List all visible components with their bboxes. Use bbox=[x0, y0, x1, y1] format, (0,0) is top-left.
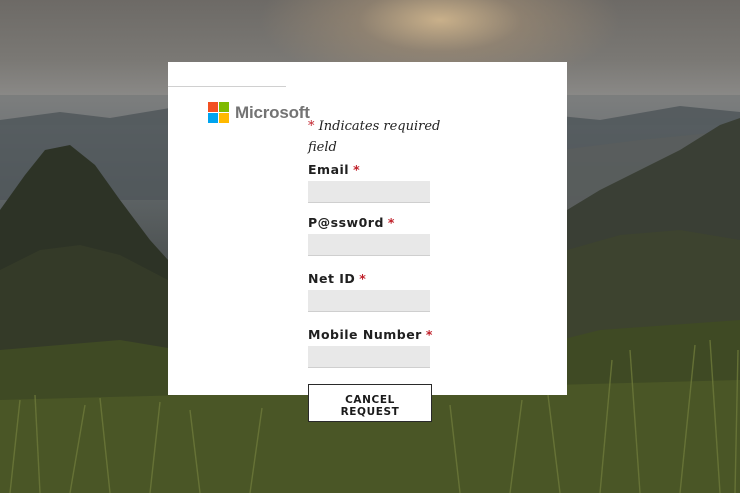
password-field[interactable] bbox=[308, 234, 430, 256]
net-id-required-asterisk: * bbox=[359, 271, 367, 286]
microsoft-logo-icon bbox=[208, 102, 229, 123]
required-note-text: Indicates required field bbox=[308, 119, 441, 155]
email-field[interactable] bbox=[308, 181, 430, 203]
microsoft-logo: Microsoft bbox=[208, 102, 310, 123]
net-id-label: Net ID * bbox=[308, 271, 366, 286]
cancel-label-line2: REQUEST bbox=[340, 406, 400, 418]
mobile-number-label: Mobile Number * bbox=[308, 327, 433, 342]
required-note: * Indicates required field bbox=[308, 116, 448, 158]
password-label-text: P@ssw0rd bbox=[308, 215, 384, 230]
net-id-label-text: Net ID bbox=[308, 271, 356, 286]
mobile-number-field[interactable] bbox=[308, 346, 430, 368]
card-divider bbox=[168, 86, 286, 87]
logo-square-green bbox=[219, 102, 229, 112]
email-required-asterisk: * bbox=[353, 162, 361, 177]
brand-name: Microsoft bbox=[235, 102, 310, 122]
email-label: Email * bbox=[308, 162, 360, 177]
logo-square-red bbox=[208, 102, 218, 112]
mobile-number-label-text: Mobile Number bbox=[308, 327, 422, 342]
mobile-number-required-asterisk: * bbox=[425, 327, 433, 342]
cancel-label-line1: CANCEL bbox=[345, 394, 395, 406]
net-id-field[interactable] bbox=[308, 290, 430, 312]
login-card: Microsoft * Indicates required field Ema… bbox=[168, 62, 567, 395]
logo-square-blue bbox=[208, 113, 218, 123]
password-required-asterisk: * bbox=[387, 215, 395, 230]
login-form: * Indicates required field Email * P@ssw0… bbox=[308, 116, 448, 368]
password-label: P@ssw0rd * bbox=[308, 215, 395, 230]
email-label-text: Email bbox=[308, 162, 350, 177]
cancel-request-button[interactable]: CANCEL REQUEST bbox=[308, 384, 432, 422]
logo-square-yellow bbox=[219, 113, 229, 123]
